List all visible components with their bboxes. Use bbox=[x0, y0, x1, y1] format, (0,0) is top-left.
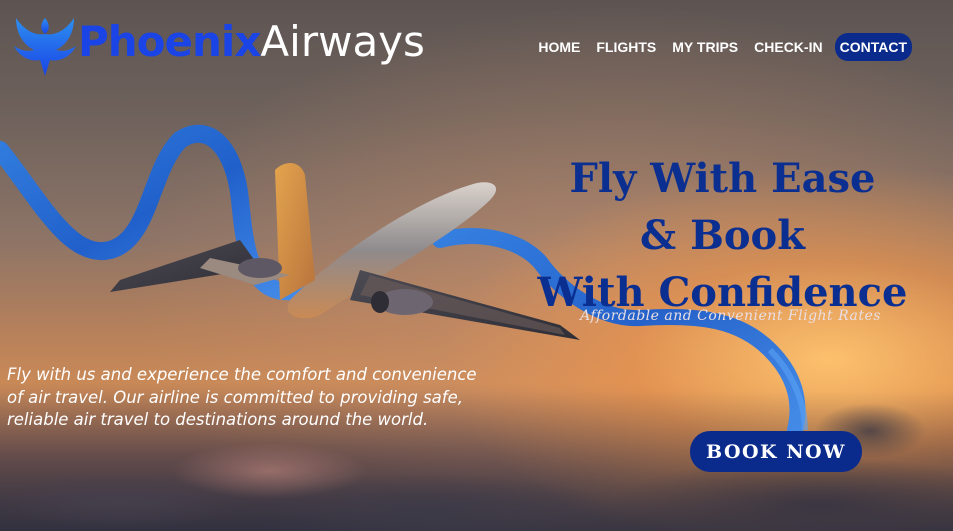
nav-check-in[interactable]: CHECK-IN bbox=[746, 33, 830, 61]
brand-name-airways: Airways bbox=[260, 16, 425, 66]
hero-headline: Fly With Ease & Book With Confidence bbox=[520, 150, 925, 321]
nav-home[interactable]: HOME bbox=[530, 33, 588, 61]
hero-section: Phoenix Airways HOME FLIGHTS MY TRIPS CH… bbox=[0, 0, 953, 531]
headline-line-1: Fly With Ease bbox=[569, 155, 876, 202]
nav-contact[interactable]: CONTACT bbox=[834, 33, 912, 61]
main-nav: HOME FLIGHTS MY TRIPS CHECK-IN CONTACT bbox=[530, 33, 912, 61]
hero-description: Fly with us and experience the comfort a… bbox=[7, 365, 477, 429]
hero-tagline: Affordable and Convenient Flight Rates bbox=[580, 308, 881, 324]
nav-my-trips[interactable]: MY TRIPS bbox=[664, 33, 746, 61]
book-now-button[interactable]: BOOK NOW bbox=[690, 431, 862, 472]
brand-name-phoenix: Phoenix bbox=[78, 16, 261, 66]
brand-logo[interactable]: Phoenix Airways bbox=[10, 10, 425, 80]
nav-flights[interactable]: FLIGHTS bbox=[588, 33, 664, 61]
airplane-illustration bbox=[110, 163, 580, 340]
phoenix-bird-icon bbox=[14, 18, 76, 76]
headline-line-2: & Book bbox=[640, 212, 805, 259]
